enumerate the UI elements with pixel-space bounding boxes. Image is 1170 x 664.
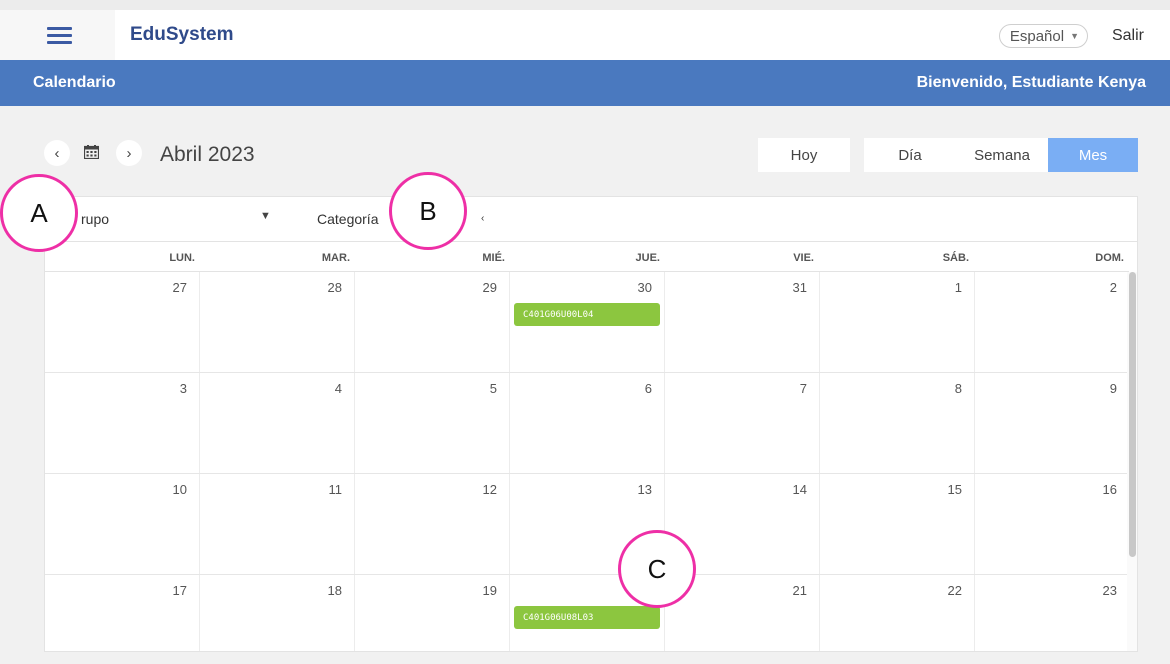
brand-name: EduSystem <box>130 24 234 45</box>
menu-area <box>0 10 115 60</box>
calendar-icon[interactable] <box>84 145 99 159</box>
view-month-button[interactable]: Mes <box>1048 138 1138 172</box>
scrollbar-thumb[interactable] <box>1129 272 1136 557</box>
next-month-button[interactable]: › <box>116 140 142 166</box>
annotation-marker-b: B <box>389 172 467 250</box>
day-number[interactable]: 1 <box>902 280 962 295</box>
day-number[interactable]: 8 <box>902 381 962 396</box>
weekday-label: VIE. <box>793 252 814 264</box>
category-filter[interactable]: Categoría <box>317 211 378 227</box>
category-chevron-icon[interactable]: ‹ <box>481 213 484 224</box>
group-filter[interactable]: rupo <box>81 211 109 227</box>
day-number[interactable]: 14 <box>747 482 807 497</box>
day-number[interactable]: 22 <box>902 583 962 598</box>
chevron-right-icon: › <box>126 144 132 162</box>
day-number[interactable]: 18 <box>282 583 342 598</box>
weeks-grid: 27 28 29 30 31 1 2 3 4 5 6 7 8 9 10 11 1… <box>45 272 1129 651</box>
day-number[interactable]: 2 <box>1057 280 1117 295</box>
weekday-label: LUN. <box>169 252 195 264</box>
weekday-label: SÁB. <box>942 252 969 264</box>
column-divider <box>199 272 200 651</box>
chevron-down-icon: ▼ <box>1070 31 1079 41</box>
column-divider <box>354 272 355 651</box>
day-number[interactable]: 28 <box>282 280 342 295</box>
day-number[interactable]: 4 <box>282 381 342 396</box>
day-number[interactable]: 6 <box>592 381 652 396</box>
weekday-label: MIÉ. <box>482 252 505 264</box>
day-number[interactable]: 16 <box>1057 482 1117 497</box>
welcome-text: Bienvenido, Estudiante Kenya <box>916 74 1146 91</box>
weekday-label: MAR. <box>321 252 350 264</box>
week-divider <box>45 473 1129 474</box>
day-number[interactable]: 5 <box>437 381 497 396</box>
day-number[interactable]: 13 <box>592 482 652 497</box>
chevron-left-icon: ‹ <box>54 144 60 162</box>
language-select[interactable]: Español ▼ <box>998 24 1088 48</box>
top-strip <box>0 0 1170 10</box>
day-number[interactable]: 29 <box>437 280 497 295</box>
weekday-header-row: LUN. MAR. MIÉ. JUE. VIE. SÁB. DOM. <box>45 242 1129 272</box>
filter-bar: rupo Categoría ‹ <box>44 196 1138 242</box>
annotation-marker-c: C <box>618 530 696 608</box>
day-number[interactable]: 12 <box>437 482 497 497</box>
calendar-event[interactable]: C401G06U00L04 <box>514 303 660 326</box>
week-divider <box>45 574 1129 575</box>
column-divider <box>974 272 975 651</box>
weekday-label: DOM. <box>1095 252 1124 264</box>
week-divider <box>45 372 1129 373</box>
column-divider <box>819 272 820 651</box>
day-number[interactable]: 10 <box>127 482 187 497</box>
hamburger-menu-icon[interactable] <box>47 26 72 44</box>
month-calendar: LUN. MAR. MIÉ. JUE. VIE. SÁB. DOM. 27 28… <box>44 242 1138 652</box>
day-number[interactable]: 11 <box>282 482 343 497</box>
language-label: Español <box>1009 27 1065 45</box>
prev-month-button[interactable]: ‹ <box>44 140 70 166</box>
day-number[interactable]: 27 <box>127 280 187 295</box>
day-number[interactable]: 9 <box>1057 381 1117 396</box>
group-dropdown-caret-icon[interactable]: ▼ <box>260 210 271 222</box>
day-number[interactable]: 21 <box>747 583 807 598</box>
section-title: Calendario <box>33 74 116 91</box>
day-number[interactable]: 30 <box>592 280 652 295</box>
annotation-marker-a: A <box>0 174 78 252</box>
top-bar: EduSystem Español ▼ Salir <box>0 10 1170 60</box>
day-number[interactable]: 23 <box>1057 583 1117 598</box>
weekday-label: JUE. <box>635 252 660 264</box>
view-day-button[interactable]: Día <box>864 138 956 172</box>
logout-link[interactable]: Salir <box>1112 27 1144 45</box>
day-number[interactable]: 31 <box>747 280 807 295</box>
section-header: Calendario Bienvenido, Estudiante Kenya <box>0 60 1170 106</box>
day-number[interactable]: 19 <box>437 583 497 598</box>
today-button[interactable]: Hoy <box>758 138 850 172</box>
column-divider <box>509 272 510 651</box>
day-number[interactable]: 17 <box>127 583 187 598</box>
day-number[interactable]: 15 <box>902 482 962 497</box>
month-title: Abril 2023 <box>160 143 255 166</box>
day-number[interactable]: 3 <box>127 381 187 396</box>
day-number[interactable]: 7 <box>747 381 807 396</box>
calendar-event[interactable]: C401G06U08L03 <box>514 606 660 629</box>
view-week-button[interactable]: Semana <box>956 138 1048 172</box>
